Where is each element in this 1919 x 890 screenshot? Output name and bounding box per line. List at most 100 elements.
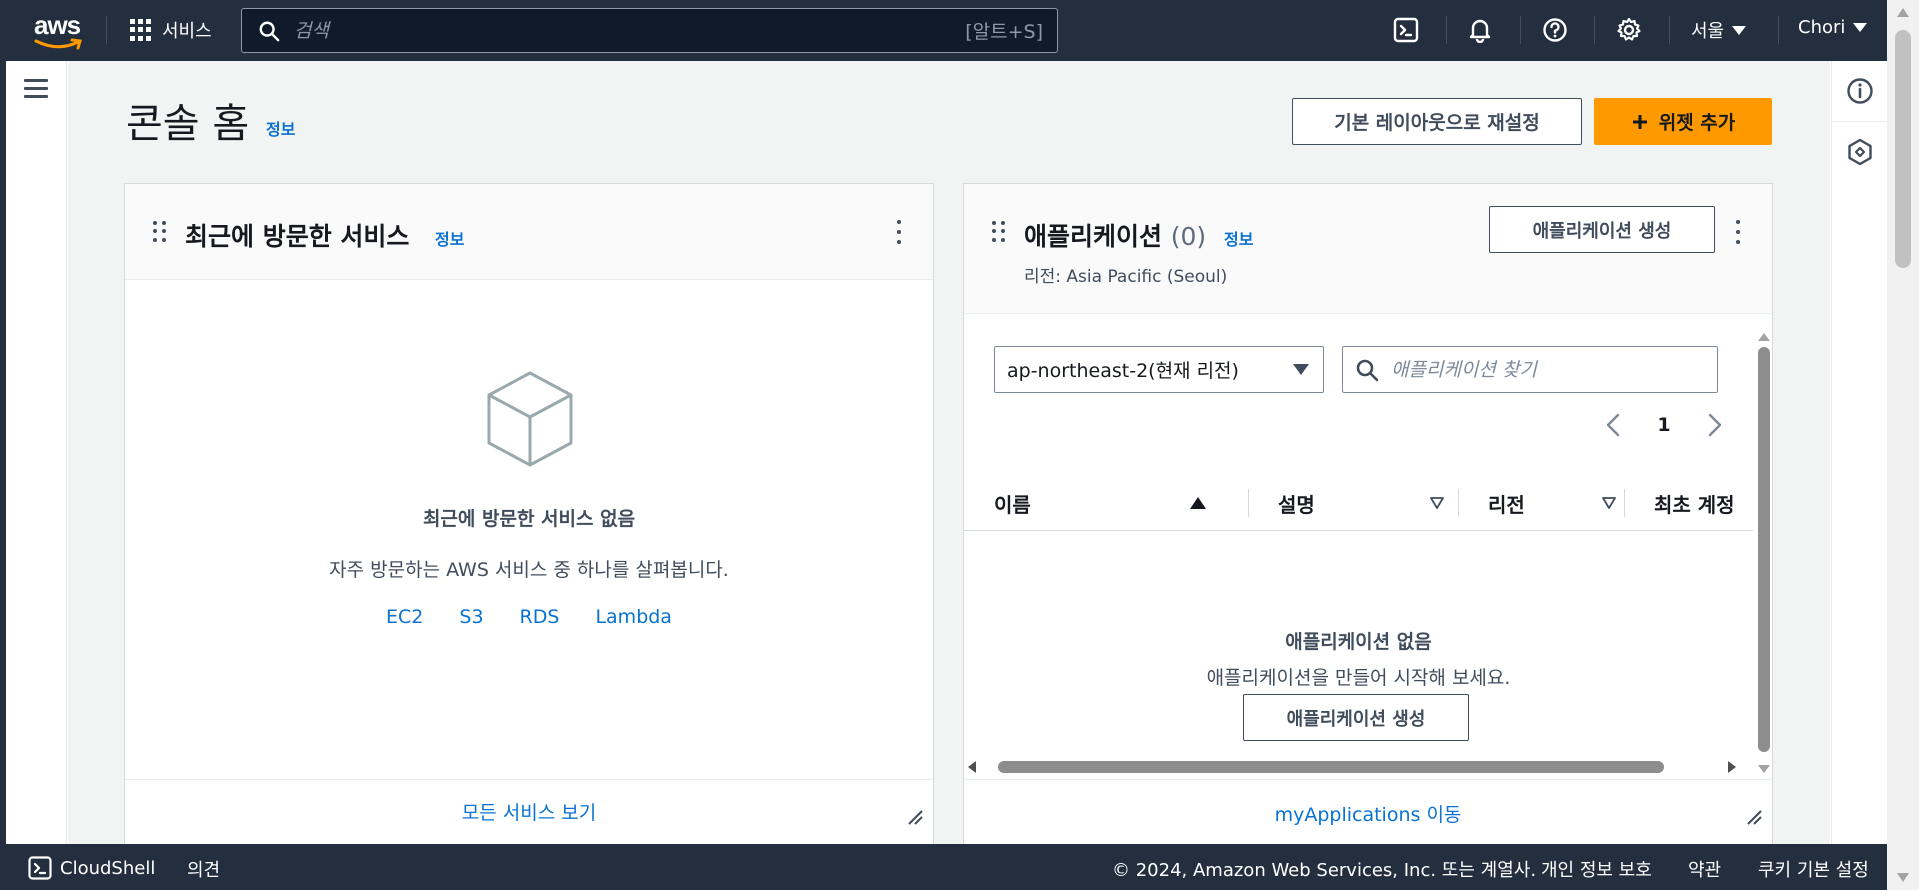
account-dropdown[interactable]: Chori <box>1798 17 1868 38</box>
region-dropdown[interactable]: 서울 <box>1691 17 1747 43</box>
feedback-link[interactable]: 의견 <box>187 856 220 882</box>
widget-title-text: 애플리케이션 <box>1024 222 1163 251</box>
add-widget-button[interactable]: 위젯 추가 <box>1594 98 1772 145</box>
search-shortcut-hint: [알트+S] <box>965 21 1043 43</box>
empty-state-title: 애플리케이션 없음 <box>1285 631 1432 653</box>
right-tools-rail <box>1831 61 1888 844</box>
chevron-left-icon[interactable] <box>1604 412 1622 438</box>
resize-handle-icon[interactable] <box>907 809 923 825</box>
top-navigation: aws 서비스 [알트+S] <box>6 0 1887 61</box>
drag-handle-icon[interactable] <box>153 221 167 243</box>
horizontal-scrollbar[interactable] <box>964 756 1753 778</box>
cloudshell-label: CloudShell <box>60 857 156 879</box>
info-icon[interactable] <box>1846 77 1874 105</box>
applications-table-header: 이름 설명 리전 최초 계정 <box>964 475 1753 531</box>
add-widget-label: 위젯 추가 <box>1658 112 1736 134</box>
service-link-s3[interactable]: S3 <box>459 606 483 628</box>
widget-footer: myApplications 이동 <box>964 779 1772 844</box>
kebab-menu-icon[interactable] <box>1734 220 1742 244</box>
caret-down-icon <box>1293 364 1309 375</box>
page-info-link[interactable]: 정보 <box>266 116 295 140</box>
nav-divider <box>106 16 107 44</box>
resize-handle-icon[interactable] <box>1746 809 1762 825</box>
cloudshell-button[interactable] <box>1391 15 1421 45</box>
settings-button[interactable] <box>1614 15 1644 45</box>
chevron-right-icon[interactable] <box>1706 412 1724 438</box>
column-header-region[interactable]: 리전 <box>1488 475 1628 531</box>
service-link-rds[interactable]: RDS <box>520 606 560 628</box>
notifications-button[interactable] <box>1465 15 1495 45</box>
page-title: 콘솔 홈 <box>126 101 250 147</box>
nav-divider <box>1446 16 1447 44</box>
hamburger-icon[interactable] <box>24 79 48 99</box>
application-search[interactable] <box>1342 346 1718 393</box>
suggested-services: EC2 S3 RDS Lambda <box>125 606 933 628</box>
region-label: 서울 <box>1691 21 1725 42</box>
sort-descending-icon <box>1602 497 1616 509</box>
kebab-menu-icon[interactable] <box>895 220 903 244</box>
account-label: Chori <box>1798 17 1846 38</box>
scroll-up-arrow[interactable] <box>1897 8 1909 17</box>
aws-logo-text: aws <box>34 10 81 40</box>
services-menu-button[interactable]: 서비스 <box>130 14 212 46</box>
search-icon <box>1356 359 1379 381</box>
grid-icon <box>130 19 152 41</box>
column-resizer[interactable] <box>1248 489 1249 517</box>
aws-smile-icon <box>34 38 82 50</box>
column-header-label: 최초 계정 <box>1654 492 1735 517</box>
widget-info-link[interactable]: 정보 <box>1224 226 1253 250</box>
column-resizer[interactable] <box>1458 489 1459 517</box>
footer-bar: CloudShell 의견 © 2024, Amazon Web Service… <box>6 844 1887 890</box>
cloudshell-icon <box>1393 17 1419 43</box>
service-link-lambda[interactable]: Lambda <box>595 606 672 628</box>
region-select-value: ap-northeast-2(현재 리전) <box>1007 360 1239 382</box>
search-icon <box>259 21 280 41</box>
drag-handle-icon[interactable] <box>992 221 1006 243</box>
create-application-button[interactable]: 애플리케이션 생성 <box>1489 206 1715 253</box>
application-search-input[interactable] <box>1391 358 1717 381</box>
column-header-name[interactable]: 이름 <box>994 475 1234 531</box>
empty-state-description: 애플리케이션을 만들어 시작해 보세요. <box>1206 667 1511 689</box>
scroll-thumb[interactable] <box>1895 30 1911 268</box>
nav-divider <box>1778 16 1779 44</box>
services-label: 서비스 <box>162 21 212 42</box>
widget-footer: 모든 서비스 보기 <box>125 779 933 844</box>
scroll-down-arrow[interactable] <box>1897 873 1909 882</box>
application-count: (0) <box>1170 222 1207 251</box>
page-number[interactable]: 1 <box>1657 414 1670 436</box>
page-scrollbar[interactable] <box>1887 0 1919 890</box>
left-navigation-rail <box>6 61 67 844</box>
go-to-myapplications-link[interactable]: myApplications 이동 <box>964 800 1772 827</box>
widget-info-link[interactable]: 정보 <box>435 226 464 250</box>
view-all-services-link[interactable]: 모든 서비스 보기 <box>125 798 933 825</box>
sort-ascending-icon <box>1190 497 1206 509</box>
caret-down-icon <box>1853 23 1868 32</box>
region-subtitle: 리전: Asia Pacific (Seoul) <box>1024 267 1228 287</box>
vertical-scrollbar[interactable] <box>1753 329 1775 782</box>
region-select[interactable]: ap-northeast-2(현재 리전) <box>994 346 1324 393</box>
cloudshell-icon <box>28 856 52 880</box>
empty-state-description: 자주 방문하는 AWS 서비스 중 하나를 살펴봅니다. <box>329 559 729 581</box>
help-button[interactable] <box>1540 15 1570 45</box>
caret-down-icon <box>1732 25 1747 35</box>
column-resizer[interactable] <box>1624 489 1625 517</box>
service-link-ec2[interactable]: EC2 <box>386 606 423 628</box>
empty-create-application-button[interactable]: 애플리케이션 생성 <box>1243 694 1469 741</box>
hexagon-icon[interactable] <box>1846 138 1874 166</box>
terms-link[interactable]: 약관 <box>1688 856 1721 882</box>
gear-icon <box>1617 17 1641 41</box>
column-header-label: 설명 <box>1278 492 1315 517</box>
pagination: 1 <box>1604 410 1724 440</box>
reset-layout-button[interactable]: 기본 레이아웃으로 재설정 <box>1292 98 1582 145</box>
aws-logo[interactable]: aws <box>30 8 90 50</box>
global-search[interactable]: [알트+S] <box>241 8 1058 53</box>
search-input[interactable] <box>294 19 966 42</box>
cloudshell-footer-button[interactable]: CloudShell <box>28 856 155 880</box>
privacy-link[interactable]: 개인 정보 보호 <box>1541 856 1652 882</box>
copyright-text: © 2024, Amazon Web Services, Inc. 또는 계열사… <box>1112 860 1537 881</box>
nav-divider <box>1594 16 1595 44</box>
column-header-description[interactable]: 설명 <box>1278 475 1456 531</box>
widget-header: 최근에 방문한 서비스 정보 <box>125 184 933 280</box>
empty-cube-icon <box>487 371 573 467</box>
cookie-preferences-link[interactable]: 쿠키 기본 설정 <box>1758 856 1869 882</box>
